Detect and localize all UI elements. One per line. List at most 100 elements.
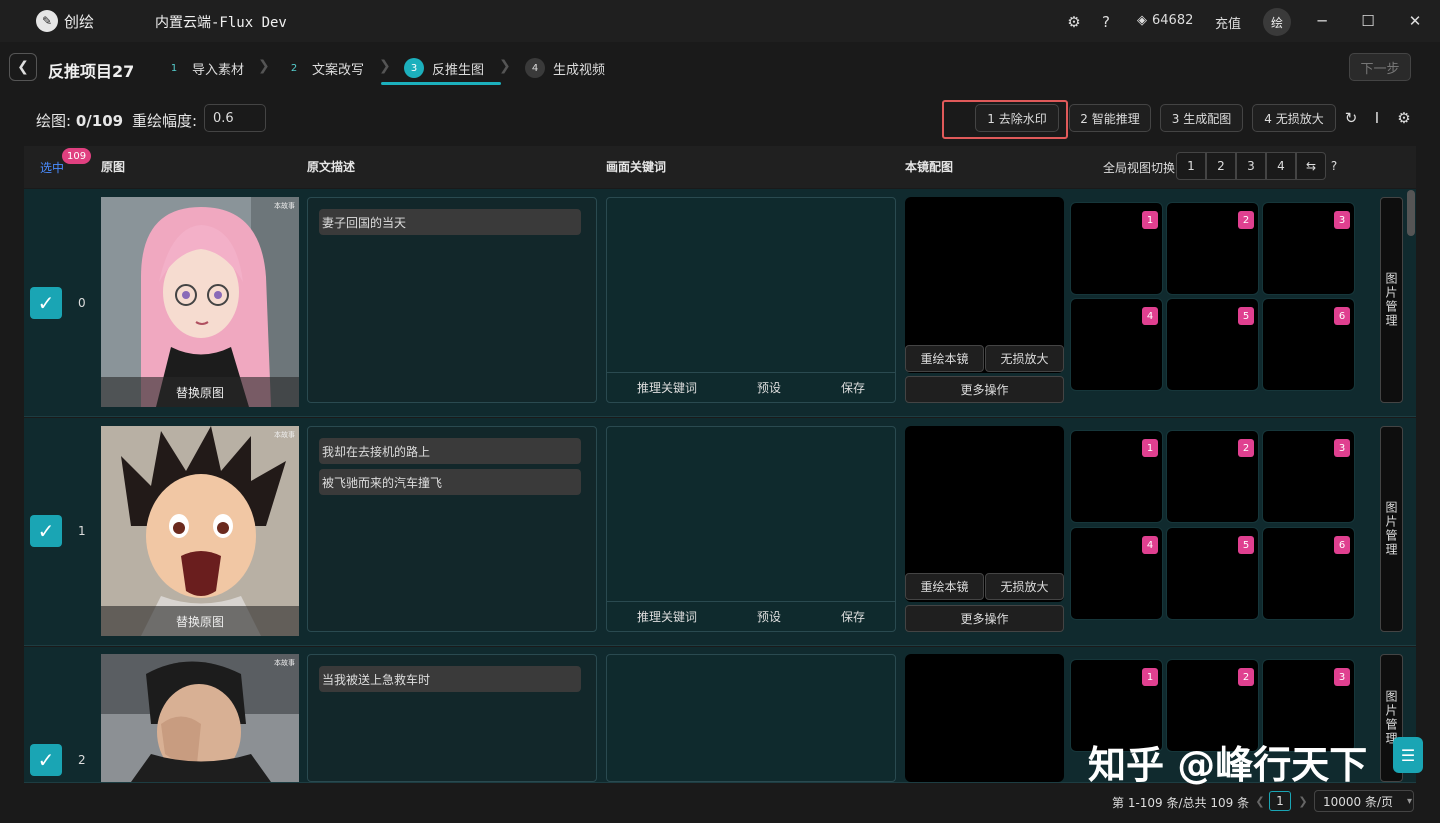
more-actions-button[interactable]: 更多操作 <box>905 376 1064 403</box>
original-image[interactable]: 本故事 <box>101 654 299 782</box>
thumbnail[interactable]: 1 <box>1070 430 1163 523</box>
thumbnail[interactable]: 2 <box>1166 430 1259 523</box>
description-line[interactable]: 当我被送上急救车时 <box>319 666 581 692</box>
view-option-3[interactable]: 3 <box>1236 152 1266 180</box>
smart-inference-button[interactable]: 2 智能推理 <box>1069 104 1151 132</box>
original-image[interactable]: 本故事 替换原图 <box>101 197 299 407</box>
view-option-1[interactable]: 1 <box>1176 152 1206 180</box>
anime-girl-image <box>101 197 299 407</box>
image-badge: 本故事 <box>274 431 295 439</box>
thumbnail[interactable]: 6 <box>1262 527 1355 620</box>
swap-view-icon[interactable]: ⇆ <box>1296 152 1326 180</box>
row-checkbox[interactable]: ✓ <box>30 287 62 319</box>
current-page[interactable]: 1 <box>1269 791 1291 811</box>
keywords-box[interactable]: 推理关键词 预设 保存 <box>606 426 896 632</box>
watermark: 知乎 @峰行天下 <box>1088 743 1368 787</box>
redraw-input[interactable] <box>204 104 266 132</box>
anime-boy-shouting-image <box>101 426 299 636</box>
selected-count-badge: 109 <box>62 148 92 164</box>
row-index: 0 <box>78 296 86 310</box>
preset-button[interactable]: 预设 <box>757 379 781 396</box>
generate-images-button[interactable]: 3 生成配图 <box>1160 104 1243 132</box>
refresh-icon[interactable]: ↻ <box>1341 108 1361 128</box>
active-step-indicator <box>381 82 501 85</box>
image-manage-button[interactable]: 图片管理 <box>1380 197 1403 403</box>
infer-keywords-button[interactable]: 推理关键词 <box>637 608 697 625</box>
avatar[interactable]: 绘 <box>1263 8 1291 36</box>
image-manage-button[interactable]: 图片管理 <box>1380 426 1403 632</box>
description-box[interactable]: 我却在去接机的路上 被飞驰而来的汽车撞飞 <box>307 426 597 632</box>
description-line[interactable]: 妻子回国的当天 <box>319 209 581 235</box>
image-badge: 本故事 <box>274 202 295 210</box>
thumbnail[interactable]: 5 <box>1166 298 1259 391</box>
select-all-header[interactable]: 选中 <box>40 159 64 176</box>
view-option-4[interactable]: 4 <box>1266 152 1296 180</box>
more-actions-button[interactable]: 更多操作 <box>905 605 1064 632</box>
column-description: 原文描述 <box>307 160 356 174</box>
list-icon: ☰ <box>1400 745 1416 765</box>
view-option-2[interactable]: 2 <box>1206 152 1236 180</box>
page-size-select[interactable]: 10000 条/页 ▾ <box>1314 790 1414 812</box>
thumbnail[interactable]: 3 <box>1262 202 1355 295</box>
replace-image-button[interactable]: 替换原图 <box>101 606 299 636</box>
next-page-icon[interactable]: ❯ <box>1293 791 1313 811</box>
settings-icon[interactable]: ⚙ <box>1064 12 1084 32</box>
redraw-button[interactable]: 重绘本镜 <box>905 345 984 372</box>
description-box[interactable]: 妻子回国的当天 <box>307 197 597 403</box>
minimize-icon[interactable]: ─ <box>1312 11 1332 31</box>
close-icon[interactable]: ✕ <box>1405 11 1425 31</box>
description-line[interactable]: 被飞驰而来的汽车撞飞 <box>319 469 581 495</box>
menu-float-button[interactable]: ☰ <box>1393 737 1423 773</box>
remove-watermark-button[interactable]: 1 去除水印 <box>975 104 1059 132</box>
thumbnail[interactable]: 5 <box>1166 527 1259 620</box>
thumbnail[interactable]: 3 <box>1262 430 1355 523</box>
description-box[interactable]: 当我被送上急救车时 <box>307 654 597 782</box>
upscale-button[interactable]: 无损放大 <box>985 345 1064 372</box>
anime-boy-crying-image <box>101 654 299 782</box>
row-checkbox[interactable]: ✓ <box>30 744 62 776</box>
step-number: 1 <box>170 62 178 74</box>
mirror-image[interactable] <box>905 654 1064 782</box>
lossless-upscale-button[interactable]: 4 无损放大 <box>1252 104 1336 132</box>
help-icon[interactable]: ? <box>1324 156 1344 176</box>
app-name: 创绘 <box>64 13 95 31</box>
replace-image-label: 替换原图 <box>175 614 224 629</box>
description-line[interactable]: 我却在去接机的路上 <box>319 438 581 464</box>
keywords-actions: 推理关键词 预设 保存 <box>607 601 895 631</box>
recharge-button[interactable]: 充值 <box>1215 13 1241 32</box>
save-button[interactable]: 保存 <box>841 608 865 625</box>
help-icon[interactable]: ? <box>1096 12 1116 32</box>
thumbnail[interactable]: 1 <box>1070 202 1163 295</box>
row-checkbox[interactable]: ✓ <box>30 515 62 547</box>
thumbnail[interactable]: 6 <box>1262 298 1355 391</box>
scrollbar[interactable] <box>1407 190 1415 236</box>
original-image[interactable]: 本故事 替换原图 <box>101 426 299 636</box>
step-label: 反推生图 <box>432 62 485 78</box>
step-import[interactable]: 1 导入素材 <box>164 58 244 78</box>
column-mirror: 本镜配图 <box>905 160 954 174</box>
app-logo: ✎ <box>36 10 58 32</box>
thumbnail[interactable]: 2 <box>1166 202 1259 295</box>
next-button[interactable]: 下一步 <box>1349 53 1411 81</box>
preset-button[interactable]: 预设 <box>757 608 781 625</box>
step-rewrite[interactable]: 2 文案改写 <box>284 58 364 78</box>
keywords-box[interactable]: 推理关键词 预设 保存 <box>606 197 896 403</box>
redraw-button[interactable]: 重绘本镜 <box>905 573 984 600</box>
step-video[interactable]: 4 生成视频 <box>525 58 605 78</box>
column-keywords: 画面关键词 <box>606 160 667 174</box>
back-button[interactable]: ❮ <box>9 53 37 81</box>
text-icon[interactable]: Ⅰ <box>1367 108 1387 128</box>
step-reverse[interactable]: 3 反推生图 <box>404 58 484 78</box>
prev-page-icon[interactable]: ❮ <box>1250 791 1270 811</box>
keywords-box[interactable] <box>606 654 896 782</box>
draw-count: 绘图: 0/109 <box>36 110 123 131</box>
save-button[interactable]: 保存 <box>841 379 865 396</box>
upscale-button[interactable]: 无损放大 <box>985 573 1064 600</box>
thumbnail[interactable]: 4 <box>1070 527 1163 620</box>
maximize-icon[interactable]: ☐ <box>1358 11 1378 31</box>
settings-icon[interactable]: ⚙ <box>1394 108 1414 128</box>
thumbnail[interactable]: 4 <box>1070 298 1163 391</box>
replace-image-button[interactable]: 替换原图 <box>101 377 299 407</box>
window-title: 内置云端-Flux Dev <box>155 15 287 31</box>
infer-keywords-button[interactable]: 推理关键词 <box>637 379 697 396</box>
